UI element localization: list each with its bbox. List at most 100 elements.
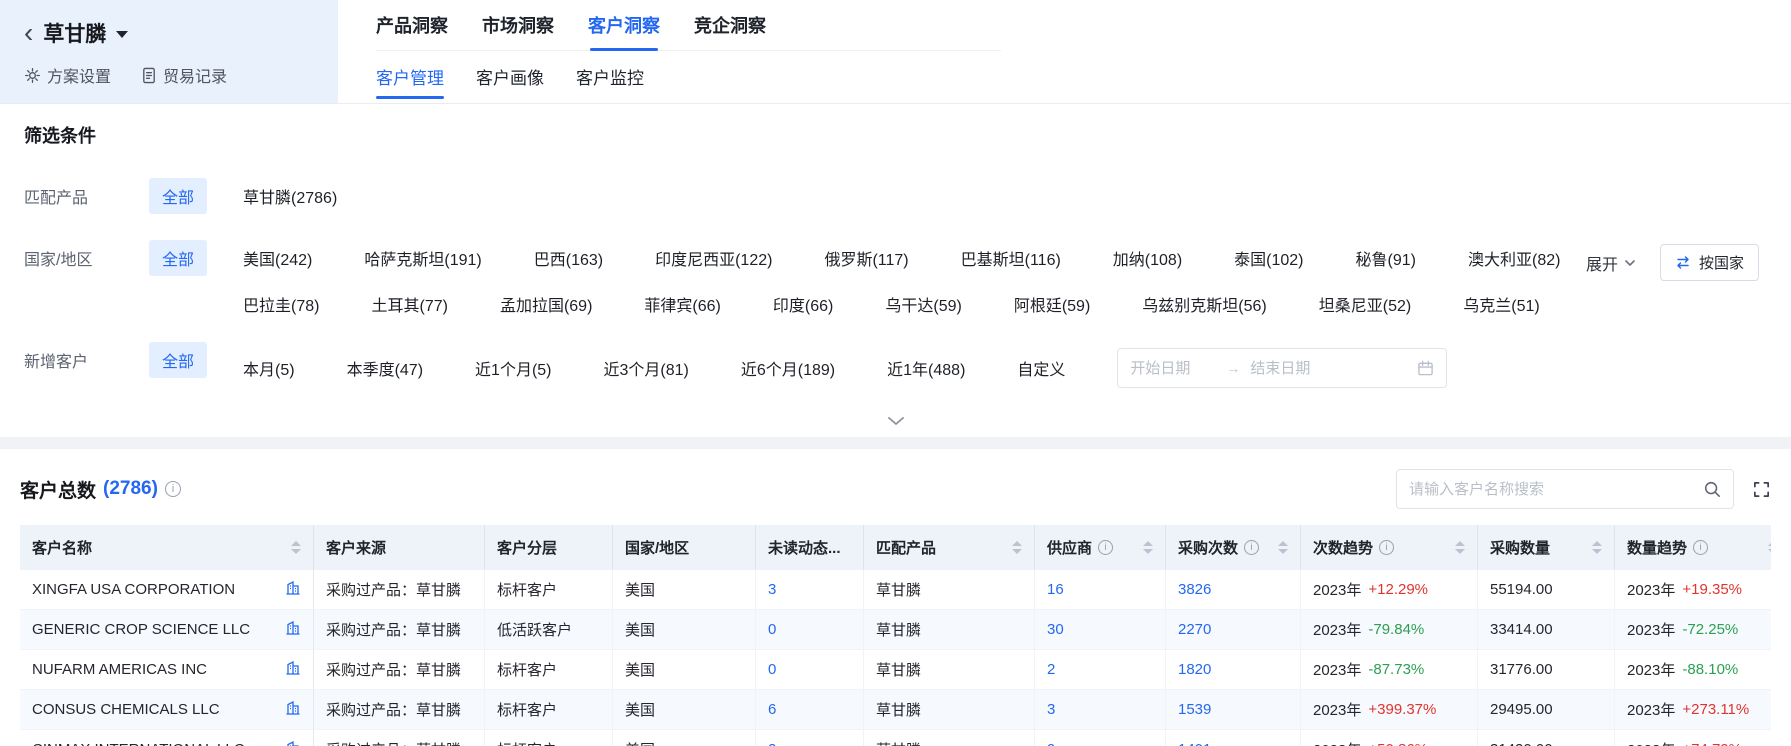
calendar-icon[interactable] — [1417, 360, 1434, 377]
column-label: 匹配产品 — [876, 537, 936, 558]
purchase-count-link[interactable]: 1539 — [1178, 701, 1211, 718]
trade-records-link[interactable]: 贸易记录 — [141, 63, 227, 87]
sort-icon[interactable] — [291, 541, 301, 554]
back-button[interactable]: ‹ — [24, 22, 33, 44]
unread-count-link[interactable]: 2 — [768, 741, 776, 746]
sort-icon[interactable] — [1143, 541, 1153, 554]
trend-value: +74.79% — [1682, 741, 1742, 746]
table-head: 客户总数 (2786) i — [20, 469, 1771, 509]
country-filter-option[interactable]: 印度尼西亚(122) — [655, 246, 772, 270]
country-filter-option[interactable]: 阿根廷(59) — [1014, 292, 1090, 316]
trend-year: 2023年 — [1627, 699, 1675, 720]
country-filter-option[interactable]: 秘鲁(91) — [1356, 246, 1416, 270]
product-filter-option[interactable]: 草甘膦(2786) — [243, 184, 337, 208]
time-filter-option[interactable]: 近1个月(5) — [475, 356, 551, 380]
sort-icon[interactable] — [1592, 541, 1602, 554]
supplier-count-link[interactable]: 16 — [1047, 581, 1064, 598]
cell-text: 33414.00 — [1490, 621, 1553, 638]
end-date-input[interactable] — [1250, 360, 1336, 377]
search-input[interactable] — [1409, 481, 1703, 498]
date-range-picker[interactable]: → — [1117, 348, 1447, 388]
company-icon[interactable] — [285, 660, 301, 680]
column-header-suppliers[interactable]: 供应商i — [1035, 525, 1166, 570]
country-filter-option[interactable]: 澳大利亚(82) — [1468, 246, 1560, 270]
sort-desc-icon — [1455, 549, 1465, 554]
trade-records-label: 贸易记录 — [163, 63, 227, 87]
country-filter-option[interactable]: 印度(66) — [773, 292, 833, 316]
country-filter-option[interactable]: 巴基斯坦(116) — [961, 246, 1061, 270]
scheme-settings-link[interactable]: 方案设置 — [24, 63, 111, 87]
column-header-count_trend[interactable]: 次数趋势i — [1301, 525, 1478, 570]
supplier-count-link[interactable]: 2 — [1047, 661, 1055, 678]
time-filter-option[interactable]: 本季度(47) — [347, 356, 423, 380]
sort-icon[interactable] — [1768, 541, 1771, 554]
sort-icon[interactable] — [1012, 541, 1022, 554]
cell-text: 采购过产品：草甘膦 — [326, 739, 461, 746]
sort-icon[interactable] — [1278, 541, 1288, 554]
cell-tier: 标杆客户 — [485, 730, 613, 746]
purchase-count-link[interactable]: 1820 — [1178, 661, 1211, 678]
country-filter-option[interactable]: 孟加拉国(69) — [500, 292, 592, 316]
custom-range-option[interactable]: 自定义 — [1017, 356, 1065, 380]
country-filter-option[interactable]: 泰国(102) — [1234, 246, 1303, 270]
purchase-count-link[interactable]: 2270 — [1178, 621, 1211, 638]
unread-count-link[interactable]: 0 — [768, 661, 776, 678]
country-filter-option[interactable]: 俄罗斯(117) — [824, 246, 908, 270]
supplier-count-link[interactable]: 30 — [1047, 621, 1064, 638]
column-header-qty_trend[interactable]: 数量趋势i — [1615, 525, 1771, 570]
column-header-purchases[interactable]: 采购次数i — [1166, 525, 1301, 570]
column-header-quantity[interactable]: 采购数量 — [1478, 525, 1615, 570]
product-selector[interactable]: ‹ 草甘膦 — [24, 18, 338, 48]
country-filter-option[interactable]: 土耳其(77) — [371, 292, 447, 316]
country-filter-option[interactable]: 乌干达(59) — [885, 292, 961, 316]
company-icon[interactable] — [285, 580, 301, 600]
country-filter-option[interactable]: 巴西(163) — [534, 246, 603, 270]
country-filter-option[interactable]: 巴拉圭(78) — [243, 292, 319, 316]
main-tab[interactable]: 客户洞察 — [588, 12, 660, 50]
start-date-input[interactable] — [1130, 360, 1216, 377]
new-customer-all-chip[interactable]: 全部 — [149, 342, 207, 378]
collapse-filters-button[interactable] — [886, 416, 906, 427]
time-filter-option[interactable]: 近1年(488) — [887, 356, 965, 380]
country-filter-option[interactable]: 加纳(108) — [1113, 246, 1182, 270]
purchase-count-link[interactable]: 1401 — [1178, 741, 1211, 746]
column-header-name[interactable]: 客户名称 — [20, 525, 314, 570]
unread-count-link[interactable]: 3 — [768, 581, 776, 598]
unread-count-link[interactable]: 6 — [768, 701, 776, 718]
supplier-count-link[interactable]: 3 — [1047, 701, 1055, 718]
column-header-product[interactable]: 匹配产品 — [864, 525, 1035, 570]
country-filter-option[interactable]: 美国(242) — [243, 246, 312, 270]
company-icon[interactable] — [285, 700, 301, 720]
time-filter-option[interactable]: 本月(5) — [243, 356, 295, 380]
time-filter-option[interactable]: 近3个月(81) — [604, 356, 689, 380]
cell-purchases: 1820 — [1166, 650, 1301, 689]
by-country-button[interactable]: 按国家 — [1660, 244, 1759, 281]
sub-tab[interactable]: 客户管理 — [376, 64, 444, 101]
time-filter-option[interactable]: 近6个月(189) — [741, 356, 835, 380]
country-filter-option[interactable]: 乌兹别克斯坦(56) — [1142, 292, 1266, 316]
sub-tab[interactable]: 客户画像 — [476, 64, 544, 101]
unread-count-link[interactable]: 0 — [768, 621, 776, 638]
cell-unread: 6 — [756, 690, 864, 729]
search-icon[interactable] — [1703, 480, 1721, 498]
main-tab[interactable]: 市场洞察 — [482, 12, 554, 50]
company-icon[interactable] — [285, 740, 301, 746]
supplier-count-link[interactable]: 9 — [1047, 741, 1055, 746]
country-filter-option[interactable]: 乌克兰(51) — [1463, 292, 1539, 316]
company-icon[interactable] — [285, 620, 301, 640]
cell-text: 低活跃客户 — [497, 619, 572, 640]
expand-toggle[interactable]: 展开 — [1586, 251, 1636, 275]
main-tab[interactable]: 竞企洞察 — [694, 12, 766, 50]
cell-text: 55194.00 — [1490, 581, 1553, 598]
main-tab[interactable]: 产品洞察 — [376, 12, 448, 50]
country-filter-option[interactable]: 哈萨克斯坦(191) — [364, 246, 481, 270]
cell-count_trend: 2023年+12.29% — [1301, 570, 1478, 609]
country-all-chip[interactable]: 全部 — [149, 240, 207, 276]
country-filter-option[interactable]: 坦桑尼亚(52) — [1319, 292, 1411, 316]
sort-icon[interactable] — [1455, 541, 1465, 554]
product-all-chip[interactable]: 全部 — [149, 178, 207, 214]
fullscreen-icon[interactable] — [1752, 480, 1771, 499]
sub-tab[interactable]: 客户监控 — [576, 64, 644, 101]
country-filter-option[interactable]: 菲律宾(66) — [644, 292, 720, 316]
purchase-count-link[interactable]: 3826 — [1178, 581, 1211, 598]
